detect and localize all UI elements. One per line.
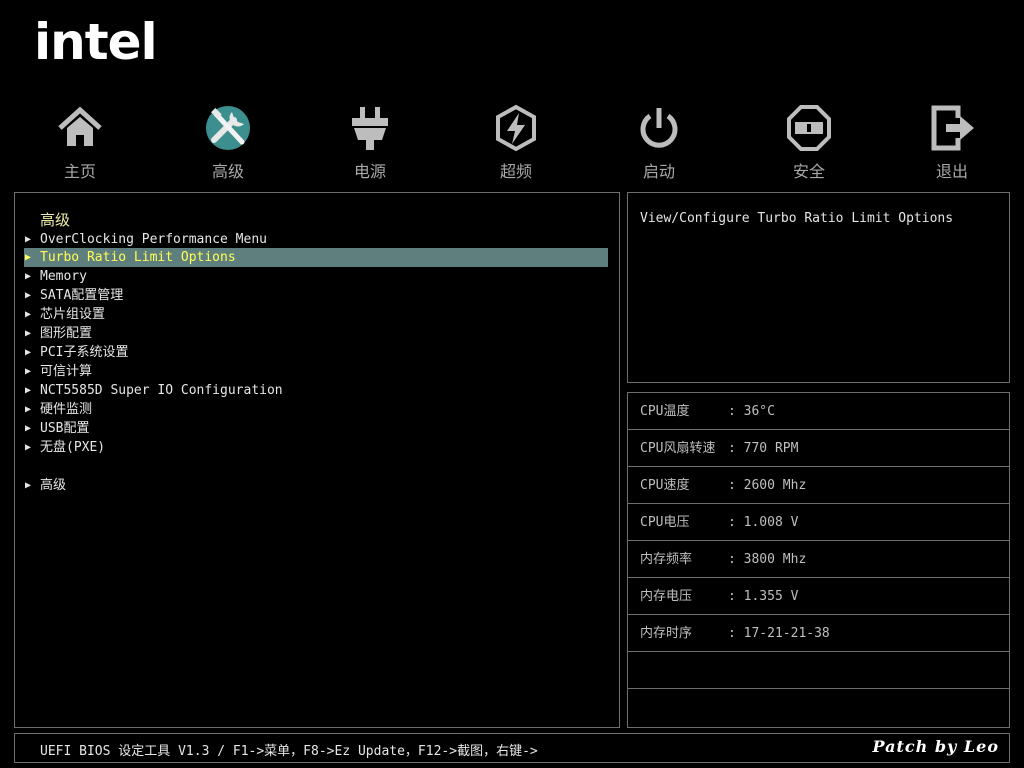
patch-signature: Patch by Leo (872, 737, 999, 756)
right-arrow-icon: ▶ (25, 347, 32, 358)
overclock-icon (496, 104, 536, 152)
status-row-cpu-fan: CPU风扇转速 : 770 RPM (628, 430, 1009, 467)
right-arrow-icon: ▶ (25, 252, 32, 263)
nav-security[interactable]: 安全 (759, 104, 859, 184)
nav-overclock[interactable]: 超频 (466, 104, 566, 184)
menu-item-usb-config[interactable]: ▶ USB配置 (24, 419, 608, 438)
menu-item-overclocking-performance[interactable]: ▶ OverClocking Performance Menu (24, 230, 608, 249)
menu-item-diskless-pxe[interactable]: ▶ 无盘(PXE) (24, 438, 608, 457)
menu-item-label: PCI子系统设置 (40, 345, 129, 360)
help-text: View/Configure Turbo Ratio Limit Options (640, 211, 954, 226)
help-panel: View/Configure Turbo Ratio Limit Options (627, 192, 1010, 383)
advanced-menu-panel: 高级 ▶ OverClocking Performance Menu ▶ Tur… (14, 192, 620, 728)
home-icon (58, 106, 102, 146)
status-row-empty (628, 652, 1009, 689)
menu-item-label: 可信计算 (40, 364, 93, 379)
status-label: CPU速度 (640, 478, 690, 493)
menu-item-label: Turbo Ratio Limit Options (40, 250, 236, 265)
status-value: : 1.355 V (728, 589, 799, 604)
right-arrow-icon: ▶ (25, 442, 32, 453)
system-status-panel: CPU温度 : 36°C CPU风扇转速 : 770 RPM CPU速度 : 2… (627, 392, 1010, 728)
right-arrow-icon: ▶ (25, 404, 32, 415)
right-arrow-icon: ▶ (25, 309, 32, 320)
right-arrow-icon: ▶ (25, 234, 32, 245)
nav-boot-label: 启动 (642, 162, 675, 181)
menu-item-chipset-settings[interactable]: ▶ 芯片组设置 (24, 305, 608, 324)
status-row-memory-frequency: 内存频率 : 3800 Mhz (628, 541, 1009, 578)
right-arrow-icon: ▶ (25, 480, 32, 491)
menu-item-hardware-monitor[interactable]: ▶ 硬件监测 (24, 400, 608, 419)
status-value: : 17-21-21-38 (728, 626, 830, 641)
status-value: : 2600 Mhz (728, 478, 807, 493)
menu-item-trusted-computing[interactable]: ▶ 可信计算 (24, 362, 608, 381)
nav-advanced-label: 高级 (211, 162, 244, 181)
intel-logo: intel (34, 13, 158, 71)
status-value: : 3800 Mhz (728, 552, 807, 567)
exit-icon (931, 105, 974, 151)
menu-item-label: USB配置 (40, 421, 90, 436)
status-label: CPU温度 (640, 404, 690, 419)
nav-exit-label: 退出 (935, 162, 968, 181)
status-value: : 36°C (728, 404, 775, 419)
footer-shortcuts-text: UEFI BIOS 设定工具 V1.3 / F1->菜单，F8->Ez Upda… (40, 744, 538, 759)
power-plug-icon (352, 107, 388, 150)
status-row-cpu-voltage: CPU电压 : 1.008 V (628, 504, 1009, 541)
menu-item-label: 高级 (40, 478, 67, 493)
menu-item-label: 芯片组设置 (40, 307, 106, 322)
shield-icon (787, 105, 831, 151)
nav-home-label: 主页 (63, 162, 96, 181)
status-value: : 770 RPM (728, 441, 799, 456)
nav-boot[interactable]: 启动 (609, 104, 709, 184)
nav-advanced[interactable]: 高级 (178, 104, 278, 184)
right-arrow-icon: ▶ (25, 328, 32, 339)
right-arrow-icon: ▶ (25, 366, 32, 377)
menu-item-label: 无盘(PXE) (40, 440, 106, 455)
menu-item-sata-config[interactable]: ▶ SATA配置管理 (24, 286, 608, 305)
status-row-empty (628, 689, 1009, 726)
status-label: 内存时序 (640, 626, 693, 641)
nav-exit[interactable]: 退出 (902, 104, 1002, 184)
tools-icon (206, 106, 250, 150)
menu-item-advanced[interactable]: ▶ 高级 (24, 476, 608, 495)
status-label: 内存电压 (640, 589, 693, 604)
status-value: : 1.008 V (728, 515, 799, 530)
status-label: CPU电压 (640, 515, 690, 530)
nav-security-label: 安全 (792, 162, 825, 181)
top-navigation: 主页 高级 电源 超频 启动 安全 退出 (0, 104, 1024, 184)
status-row-cpu-temp: CPU温度 : 36°C (628, 393, 1009, 430)
footer-bar: UEFI BIOS 设定工具 V1.3 / F1->菜单，F8->Ez Upda… (14, 733, 1010, 763)
status-row-memory-timings: 内存时序 : 17-21-21-38 (628, 615, 1009, 652)
menu-item-label: 图形配置 (40, 326, 93, 341)
menu-item-graphics-config[interactable]: ▶ 图形配置 (24, 324, 608, 343)
right-arrow-icon: ▶ (25, 385, 32, 396)
menu-item-turbo-ratio-limit[interactable]: ▶ Turbo Ratio Limit Options (24, 248, 608, 267)
status-label: 内存频率 (640, 552, 693, 567)
menu-item-pci-subsystem[interactable]: ▶ PCI子系统设置 (24, 343, 608, 362)
right-arrow-icon: ▶ (25, 290, 32, 301)
menu-item-label: 硬件监测 (40, 402, 93, 417)
menu-item-label: SATA配置管理 (40, 288, 124, 303)
nav-home[interactable]: 主页 (30, 104, 130, 184)
nav-power[interactable]: 电源 (320, 104, 420, 184)
nav-power-label: 电源 (353, 162, 386, 181)
power-button-icon (640, 108, 678, 148)
menu-item-super-io-config[interactable]: ▶ NCT5585D Super IO Configuration (24, 381, 608, 400)
status-label: CPU风扇转速 (640, 441, 716, 456)
menu-item-label: NCT5585D Super IO Configuration (40, 383, 283, 398)
status-row-cpu-speed: CPU速度 : 2600 Mhz (628, 467, 1009, 504)
right-arrow-icon: ▶ (25, 271, 32, 282)
menu-item-label: OverClocking Performance Menu (40, 232, 267, 247)
menu-item-memory[interactable]: ▶ Memory (24, 267, 608, 286)
nav-overclock-label: 超频 (499, 162, 532, 181)
status-row-memory-voltage: 内存电压 : 1.355 V (628, 578, 1009, 615)
menu-title: 高级 (40, 211, 71, 229)
right-arrow-icon: ▶ (25, 423, 32, 434)
menu-item-label: Memory (40, 269, 87, 284)
